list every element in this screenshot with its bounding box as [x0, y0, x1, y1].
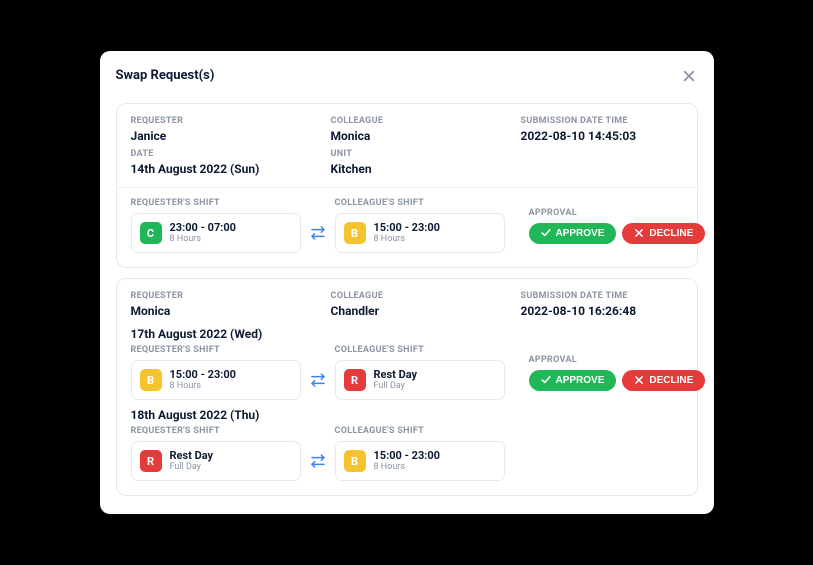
shift-badge: R	[344, 369, 366, 391]
approval-label: APPROVAL	[529, 355, 706, 365]
requester-shift-label: REQUESTER'S SHIFT	[131, 345, 301, 355]
approval-label: APPROVAL	[529, 208, 706, 218]
date-label: DATE	[131, 149, 321, 159]
swap-icon	[309, 439, 327, 469]
shift-time: Rest Day	[374, 368, 418, 381]
swap-icon	[309, 358, 327, 388]
colleague-shift-box: B 15:00 - 23:00 8 Hours	[335, 441, 505, 481]
unit-label: UNIT	[331, 149, 511, 159]
shift-duration: 8 Hours	[374, 462, 441, 473]
shift-badge: C	[140, 222, 162, 244]
shift-badge: B	[140, 369, 162, 391]
requester-shift-box: B 15:00 - 23:00 8 Hours	[131, 360, 301, 400]
approve-label: APPROVE	[556, 375, 605, 386]
modal-header: Swap Request(s)	[116, 65, 698, 97]
approve-label: APPROVE	[556, 228, 605, 239]
requester-label: REQUESTER	[131, 116, 321, 126]
shift-duration: 8 Hours	[374, 234, 441, 245]
submission-value: 2022-08-10 14:45:03	[521, 128, 683, 144]
decline-label: DECLINE	[649, 228, 693, 239]
requester-shift-label: REQUESTER'S SHIFT	[131, 198, 301, 208]
requester-value: Monica	[131, 303, 321, 319]
colleague-shift-box: R Rest Day Full Day	[335, 360, 505, 400]
colleague-shift-label: COLLEAGUE'S SHIFT	[335, 198, 505, 208]
modal-title: Swap Request(s)	[116, 68, 215, 83]
check-icon	[541, 375, 551, 385]
submission-label: SUBMISSION DATE TIME	[521, 291, 683, 301]
swap-icon	[309, 211, 327, 241]
shift-badge: R	[140, 450, 162, 472]
request-card: REQUESTER Monica COLLEAGUE Chandler SUBM…	[116, 278, 698, 496]
shift-duration: 8 Hours	[170, 381, 237, 392]
requester-shift-label: REQUESTER'S SHIFT	[131, 426, 301, 436]
shift-time: 23:00 - 07:00	[170, 221, 237, 234]
shift-badge: B	[344, 222, 366, 244]
date-value: 14th August 2022 (Sun)	[131, 161, 321, 177]
requester-shift-box: R Rest Day Full Day	[131, 441, 301, 481]
shift-time: 15:00 - 23:00	[374, 449, 441, 462]
requester-value: Janice	[131, 128, 321, 144]
colleague-label: COLLEAGUE	[331, 291, 511, 301]
submission-value: 2022-08-10 16:26:48	[521, 303, 683, 319]
unit-value: Kitchen	[331, 161, 511, 177]
shift-duration: 8 Hours	[170, 234, 237, 245]
decline-button[interactable]: DECLINE	[622, 370, 705, 391]
decline-button[interactable]: DECLINE	[622, 223, 705, 244]
x-icon	[634, 375, 644, 385]
request-card: REQUESTER Janice DATE 14th August 2022 (…	[116, 103, 698, 268]
day-heading: 17th August 2022 (Wed)	[131, 327, 683, 341]
divider	[117, 187, 697, 188]
shift-time: Rest Day	[170, 449, 214, 462]
colleague-value: Monica	[331, 128, 511, 144]
submission-label: SUBMISSION DATE TIME	[521, 116, 683, 126]
shift-duration: Full Day	[374, 381, 418, 392]
shift-duration: Full Day	[170, 462, 214, 473]
decline-label: DECLINE	[649, 375, 693, 386]
close-icon	[682, 69, 696, 83]
shift-time: 15:00 - 23:00	[374, 221, 441, 234]
colleague-value: Chandler	[331, 303, 511, 319]
approve-button[interactable]: APPROVE	[529, 223, 617, 244]
requester-label: REQUESTER	[131, 291, 321, 301]
colleague-shift-label: COLLEAGUE'S SHIFT	[335, 426, 505, 436]
colleague-shift-box: B 15:00 - 23:00 8 Hours	[335, 213, 505, 253]
shift-time: 15:00 - 23:00	[170, 368, 237, 381]
approve-button[interactable]: APPROVE	[529, 370, 617, 391]
shift-badge: B	[344, 450, 366, 472]
requester-shift-box: C 23:00 - 07:00 8 Hours	[131, 213, 301, 253]
close-button[interactable]	[680, 67, 698, 85]
day-heading: 18th August 2022 (Thu)	[131, 408, 683, 422]
swap-requests-modal: Swap Request(s) REQUESTER Janice DATE 14…	[100, 51, 714, 515]
check-icon	[541, 228, 551, 238]
x-icon	[634, 228, 644, 238]
colleague-shift-label: COLLEAGUE'S SHIFT	[335, 345, 505, 355]
colleague-label: COLLEAGUE	[331, 116, 511, 126]
